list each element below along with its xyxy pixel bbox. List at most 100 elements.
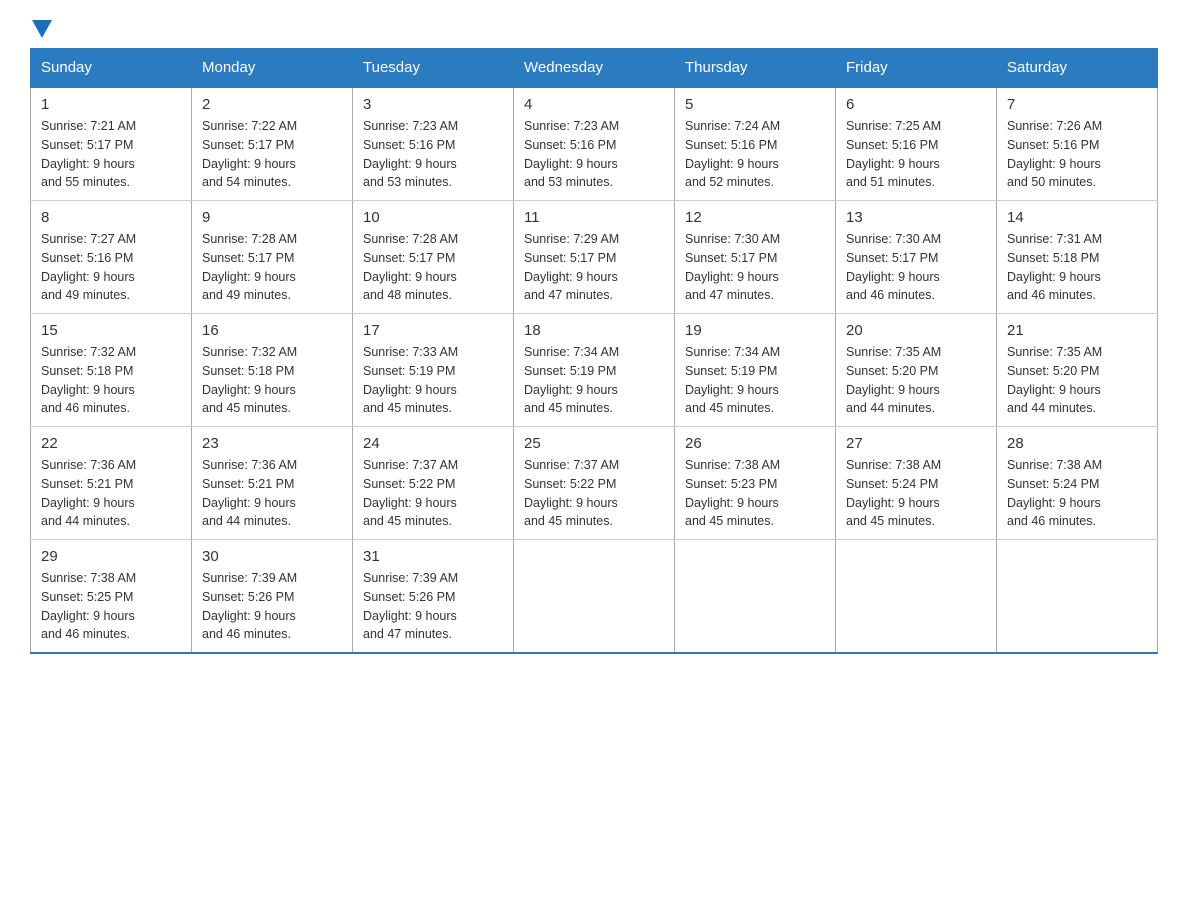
day-cell: 8 Sunrise: 7:27 AMSunset: 5:16 PMDaylight… — [31, 201, 192, 314]
day-info: Sunrise: 7:39 AMSunset: 5:26 PMDaylight:… — [363, 569, 503, 644]
week-row-5: 29 Sunrise: 7:38 AMSunset: 5:25 PMDayligh… — [31, 540, 1158, 654]
day-info: Sunrise: 7:38 AMSunset: 5:23 PMDaylight:… — [685, 456, 825, 531]
day-number: 4 — [524, 96, 664, 113]
day-cell — [836, 540, 997, 654]
day-number: 11 — [524, 209, 664, 226]
calendar-body: 1 Sunrise: 7:21 AMSunset: 5:17 PMDaylight… — [31, 87, 1158, 653]
header — [30, 20, 1158, 38]
day-number: 8 — [41, 209, 181, 226]
day-info: Sunrise: 7:30 AMSunset: 5:17 PMDaylight:… — [846, 230, 986, 305]
day-number: 21 — [1007, 322, 1147, 339]
day-cell: 2 Sunrise: 7:22 AMSunset: 5:17 PMDaylight… — [192, 87, 353, 201]
day-info: Sunrise: 7:37 AMSunset: 5:22 PMDaylight:… — [524, 456, 664, 531]
day-cell — [997, 540, 1158, 654]
day-number: 22 — [41, 435, 181, 452]
day-info: Sunrise: 7:37 AMSunset: 5:22 PMDaylight:… — [363, 456, 503, 531]
day-cell: 19 Sunrise: 7:34 AMSunset: 5:19 PMDayligh… — [675, 314, 836, 427]
day-number: 7 — [1007, 96, 1147, 113]
day-info: Sunrise: 7:23 AMSunset: 5:16 PMDaylight:… — [363, 117, 503, 192]
day-cell: 30 Sunrise: 7:39 AMSunset: 5:26 PMDayligh… — [192, 540, 353, 654]
day-cell — [514, 540, 675, 654]
day-info: Sunrise: 7:28 AMSunset: 5:17 PMDaylight:… — [363, 230, 503, 305]
day-cell: 13 Sunrise: 7:30 AMSunset: 5:17 PMDayligh… — [836, 201, 997, 314]
day-info: Sunrise: 7:23 AMSunset: 5:16 PMDaylight:… — [524, 117, 664, 192]
day-cell: 25 Sunrise: 7:37 AMSunset: 5:22 PMDayligh… — [514, 427, 675, 540]
day-cell: 26 Sunrise: 7:38 AMSunset: 5:23 PMDayligh… — [675, 427, 836, 540]
day-info: Sunrise: 7:36 AMSunset: 5:21 PMDaylight:… — [202, 456, 342, 531]
day-cell: 7Sunrise: 7:26 AMSunset: 5:16 PMDaylight… — [997, 87, 1158, 201]
day-number: 14 — [1007, 209, 1147, 226]
day-number: 2 — [202, 96, 342, 113]
day-number: 24 — [363, 435, 503, 452]
day-info: Sunrise: 7:35 AMSunset: 5:20 PMDaylight:… — [1007, 343, 1147, 418]
day-cell: 11 Sunrise: 7:29 AMSunset: 5:17 PMDayligh… — [514, 201, 675, 314]
day-number: 30 — [202, 548, 342, 565]
day-cell: 17 Sunrise: 7:33 AMSunset: 5:19 PMDayligh… — [353, 314, 514, 427]
day-info: Sunrise: 7:38 AMSunset: 5:24 PMDaylight:… — [846, 456, 986, 531]
day-cell: 23 Sunrise: 7:36 AMSunset: 5:21 PMDayligh… — [192, 427, 353, 540]
day-number: 12 — [685, 209, 825, 226]
day-info: Sunrise: 7:34 AMSunset: 5:19 PMDaylight:… — [685, 343, 825, 418]
day-cell: 1 Sunrise: 7:21 AMSunset: 5:17 PMDaylight… — [31, 87, 192, 201]
col-monday: Monday — [192, 49, 353, 88]
day-cell: 31 Sunrise: 7:39 AMSunset: 5:26 PMDayligh… — [353, 540, 514, 654]
day-number: 1 — [41, 96, 181, 113]
day-cell: 28Sunrise: 7:38 AMSunset: 5:24 PMDayligh… — [997, 427, 1158, 540]
day-cell: 20Sunrise: 7:35 AMSunset: 5:20 PMDayligh… — [836, 314, 997, 427]
col-saturday: Saturday — [997, 49, 1158, 88]
col-thursday: Thursday — [675, 49, 836, 88]
day-info: Sunrise: 7:22 AMSunset: 5:17 PMDaylight:… — [202, 117, 342, 192]
calendar-table: Sunday Monday Tuesday Wednesday Thursday… — [30, 48, 1158, 654]
day-cell: 29 Sunrise: 7:38 AMSunset: 5:25 PMDayligh… — [31, 540, 192, 654]
col-tuesday: Tuesday — [353, 49, 514, 88]
day-cell: 10 Sunrise: 7:28 AMSunset: 5:17 PMDayligh… — [353, 201, 514, 314]
day-number: 15 — [41, 322, 181, 339]
day-number: 13 — [846, 209, 986, 226]
day-cell: 21 Sunrise: 7:35 AMSunset: 5:20 PMDayligh… — [997, 314, 1158, 427]
day-cell: 6Sunrise: 7:25 AMSunset: 5:16 PMDaylight… — [836, 87, 997, 201]
day-cell: 12Sunrise: 7:30 AMSunset: 5:17 PMDayligh… — [675, 201, 836, 314]
day-info: Sunrise: 7:25 AMSunset: 5:16 PMDaylight:… — [846, 117, 986, 192]
day-cell: 24 Sunrise: 7:37 AMSunset: 5:22 PMDayligh… — [353, 427, 514, 540]
day-info: Sunrise: 7:28 AMSunset: 5:17 PMDaylight:… — [202, 230, 342, 305]
header-row: Sunday Monday Tuesday Wednesday Thursday… — [31, 49, 1158, 88]
week-row-1: 1 Sunrise: 7:21 AMSunset: 5:17 PMDaylight… — [31, 87, 1158, 201]
day-number: 29 — [41, 548, 181, 565]
day-number: 19 — [685, 322, 825, 339]
week-row-2: 8 Sunrise: 7:27 AMSunset: 5:16 PMDaylight… — [31, 201, 1158, 314]
day-info: Sunrise: 7:35 AMSunset: 5:20 PMDaylight:… — [846, 343, 986, 418]
day-number: 9 — [202, 209, 342, 226]
day-cell: 16 Sunrise: 7:32 AMSunset: 5:18 PMDayligh… — [192, 314, 353, 427]
day-info: Sunrise: 7:21 AMSunset: 5:17 PMDaylight:… — [41, 117, 181, 192]
day-number: 26 — [685, 435, 825, 452]
day-info: Sunrise: 7:29 AMSunset: 5:17 PMDaylight:… — [524, 230, 664, 305]
day-cell: 4 Sunrise: 7:23 AMSunset: 5:16 PMDaylight… — [514, 87, 675, 201]
day-info: Sunrise: 7:31 AMSunset: 5:18 PMDaylight:… — [1007, 230, 1147, 305]
day-info: Sunrise: 7:34 AMSunset: 5:19 PMDaylight:… — [524, 343, 664, 418]
day-number: 31 — [363, 548, 503, 565]
day-cell: 22 Sunrise: 7:36 AMSunset: 5:21 PMDayligh… — [31, 427, 192, 540]
day-number: 16 — [202, 322, 342, 339]
day-info: Sunrise: 7:38 AMSunset: 5:24 PMDaylight:… — [1007, 456, 1147, 531]
day-number: 17 — [363, 322, 503, 339]
day-number: 25 — [524, 435, 664, 452]
day-number: 10 — [363, 209, 503, 226]
day-info: Sunrise: 7:32 AMSunset: 5:18 PMDaylight:… — [41, 343, 181, 418]
day-number: 27 — [846, 435, 986, 452]
day-info: Sunrise: 7:33 AMSunset: 5:19 PMDaylight:… — [363, 343, 503, 418]
day-info: Sunrise: 7:32 AMSunset: 5:18 PMDaylight:… — [202, 343, 342, 418]
day-info: Sunrise: 7:36 AMSunset: 5:21 PMDaylight:… — [41, 456, 181, 531]
day-info: Sunrise: 7:38 AMSunset: 5:25 PMDaylight:… — [41, 569, 181, 644]
calendar-header: Sunday Monday Tuesday Wednesday Thursday… — [31, 49, 1158, 88]
col-friday: Friday — [836, 49, 997, 88]
day-cell: 18 Sunrise: 7:34 AMSunset: 5:19 PMDayligh… — [514, 314, 675, 427]
day-number: 18 — [524, 322, 664, 339]
col-wednesday: Wednesday — [514, 49, 675, 88]
day-info: Sunrise: 7:27 AMSunset: 5:16 PMDaylight:… — [41, 230, 181, 305]
day-cell: 3Sunrise: 7:23 AMSunset: 5:16 PMDaylight… — [353, 87, 514, 201]
day-number: 5 — [685, 96, 825, 113]
day-number: 23 — [202, 435, 342, 452]
day-info: Sunrise: 7:24 AMSunset: 5:16 PMDaylight:… — [685, 117, 825, 192]
week-row-4: 22 Sunrise: 7:36 AMSunset: 5:21 PMDayligh… — [31, 427, 1158, 540]
day-info: Sunrise: 7:39 AMSunset: 5:26 PMDaylight:… — [202, 569, 342, 644]
